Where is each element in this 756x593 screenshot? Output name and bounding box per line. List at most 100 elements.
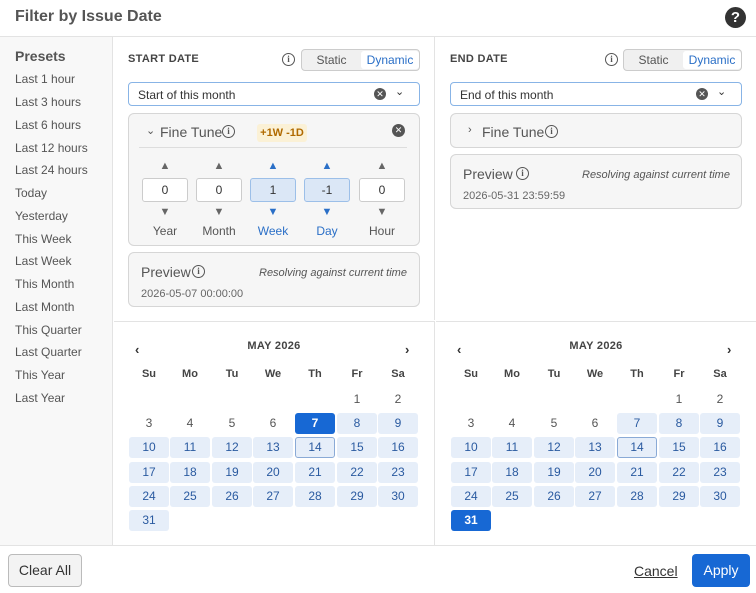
- calendar-day[interactable]: 15: [337, 437, 377, 458]
- calendar-day[interactable]: 4: [170, 413, 210, 434]
- end-static-option[interactable]: Static: [624, 50, 683, 70]
- arrow-down-icon[interactable]: ▼: [320, 206, 334, 218]
- chevron-left-icon[interactable]: ‹: [457, 342, 461, 357]
- calendar-day[interactable]: 21: [617, 462, 657, 483]
- hour-value[interactable]: 0: [359, 178, 405, 202]
- info-icon[interactable]: i: [605, 53, 618, 66]
- preset-item[interactable]: Last Quarter: [15, 345, 82, 359]
- arrow-down-icon[interactable]: ▼: [158, 206, 172, 218]
- calendar-day[interactable]: 31: [451, 510, 491, 531]
- calendar-day[interactable]: 30: [378, 486, 418, 507]
- calendar-day[interactable]: 23: [378, 462, 418, 483]
- start-static-option[interactable]: Static: [302, 50, 361, 70]
- calendar-day[interactable]: 27: [253, 486, 293, 507]
- calendar-day[interactable]: 27: [575, 486, 615, 507]
- arrow-down-icon[interactable]: ▼: [266, 206, 280, 218]
- clear-icon[interactable]: ✕: [374, 88, 386, 100]
- cancel-button[interactable]: Cancel: [634, 563, 678, 579]
- calendar-day[interactable]: 25: [170, 486, 210, 507]
- preset-item[interactable]: This Quarter: [15, 323, 82, 337]
- info-icon[interactable]: i: [545, 125, 558, 138]
- calendar-day[interactable]: 28: [617, 486, 657, 507]
- preset-item[interactable]: Last 6 hours: [15, 118, 81, 132]
- calendar-day[interactable]: 6: [253, 413, 293, 434]
- calendar-day[interactable]: 3: [451, 413, 491, 434]
- info-icon[interactable]: i: [192, 265, 205, 278]
- calendar-day[interactable]: 24: [129, 486, 169, 507]
- calendar-day[interactable]: 23: [700, 462, 740, 483]
- calendar-day[interactable]: 20: [253, 462, 293, 483]
- arrow-up-icon[interactable]: ▲: [320, 160, 334, 172]
- calendar-day[interactable]: 12: [212, 437, 252, 458]
- calendar-day[interactable]: 19: [212, 462, 252, 483]
- calendar-day[interactable]: 22: [659, 462, 699, 483]
- preset-item[interactable]: Last Year: [15, 391, 65, 405]
- preset-item[interactable]: Last Week: [15, 254, 71, 268]
- info-icon[interactable]: i: [222, 125, 235, 138]
- year-value[interactable]: 0: [142, 178, 188, 202]
- calendar-day[interactable]: 15: [659, 437, 699, 458]
- preset-item[interactable]: Last Month: [15, 300, 74, 314]
- day-value[interactable]: -1: [304, 178, 350, 202]
- calendar-day[interactable]: 13: [575, 437, 615, 458]
- arrow-up-icon[interactable]: ▲: [158, 160, 172, 172]
- month-value[interactable]: 0: [196, 178, 242, 202]
- arrow-up-icon[interactable]: ▲: [266, 160, 280, 172]
- calendar-day[interactable]: 26: [534, 486, 574, 507]
- calendar-day[interactable]: 4: [492, 413, 532, 434]
- calendar-day[interactable]: 26: [212, 486, 252, 507]
- chevron-down-icon[interactable]: ⌄: [146, 124, 155, 137]
- info-icon[interactable]: i: [516, 167, 529, 180]
- calendar-day[interactable]: 17: [451, 462, 491, 483]
- end-dynamic-option[interactable]: Dynamic: [683, 51, 741, 69]
- calendar-day[interactable]: 9: [700, 413, 740, 434]
- chevron-down-icon[interactable]: ⌄: [395, 85, 404, 98]
- calendar-day[interactable]: 9: [378, 413, 418, 434]
- help-icon[interactable]: ?: [725, 7, 746, 28]
- calendar-day[interactable]: 6: [575, 413, 615, 434]
- calendar-day[interactable]: 18: [492, 462, 532, 483]
- calendar-day[interactable]: 20: [575, 462, 615, 483]
- preset-item[interactable]: Yesterday: [15, 209, 68, 223]
- calendar-day[interactable]: 12: [534, 437, 574, 458]
- calendar-day[interactable]: 29: [337, 486, 377, 507]
- arrow-down-icon[interactable]: ▼: [375, 206, 389, 218]
- calendar-day[interactable]: 14: [295, 437, 335, 458]
- clear-icon[interactable]: ✕: [696, 88, 708, 100]
- calendar-day[interactable]: 25: [492, 486, 532, 507]
- preset-item[interactable]: This Week: [15, 232, 71, 246]
- calendar-day[interactable]: 24: [451, 486, 491, 507]
- calendar-day[interactable]: 8: [659, 413, 699, 434]
- fine-tune-title[interactable]: Fine Tune: [482, 124, 544, 140]
- calendar-day[interactable]: 29: [659, 486, 699, 507]
- start-dynamic-option[interactable]: Dynamic: [361, 51, 419, 69]
- start-anchor-select[interactable]: Start of this month ✕ ⌄: [128, 82, 420, 106]
- info-icon[interactable]: i: [282, 53, 295, 66]
- preset-item[interactable]: This Year: [15, 368, 65, 382]
- calendar-day[interactable]: 14: [617, 437, 657, 458]
- end-anchor-select[interactable]: End of this month ✕ ⌄: [450, 82, 742, 106]
- calendar-day[interactable]: 21: [295, 462, 335, 483]
- calendar-day[interactable]: 11: [492, 437, 532, 458]
- calendar-day[interactable]: 19: [534, 462, 574, 483]
- calendar-day[interactable]: 10: [129, 437, 169, 458]
- preset-item[interactable]: Last 3 hours: [15, 95, 81, 109]
- clear-icon[interactable]: ✕: [392, 124, 405, 137]
- chevron-right-icon[interactable]: ›: [468, 124, 472, 136]
- calendar-day[interactable]: 31: [129, 510, 169, 531]
- preset-item[interactable]: Last 12 hours: [15, 141, 88, 155]
- calendar-day[interactable]: 7: [295, 413, 335, 434]
- calendar-day[interactable]: 5: [212, 413, 252, 434]
- calendar-day[interactable]: 1: [659, 389, 699, 410]
- preset-item[interactable]: Today: [15, 186, 47, 200]
- chevron-down-icon[interactable]: ⌄: [717, 85, 726, 98]
- calendar-day[interactable]: 5: [534, 413, 574, 434]
- chevron-right-icon[interactable]: ›: [727, 342, 731, 357]
- chevron-left-icon[interactable]: ‹: [135, 342, 139, 357]
- calendar-day[interactable]: 2: [378, 389, 418, 410]
- calendar-day[interactable]: 11: [170, 437, 210, 458]
- calendar-day[interactable]: 22: [337, 462, 377, 483]
- calendar-day[interactable]: 10: [451, 437, 491, 458]
- calendar-day[interactable]: 30: [700, 486, 740, 507]
- calendar-day[interactable]: 17: [129, 462, 169, 483]
